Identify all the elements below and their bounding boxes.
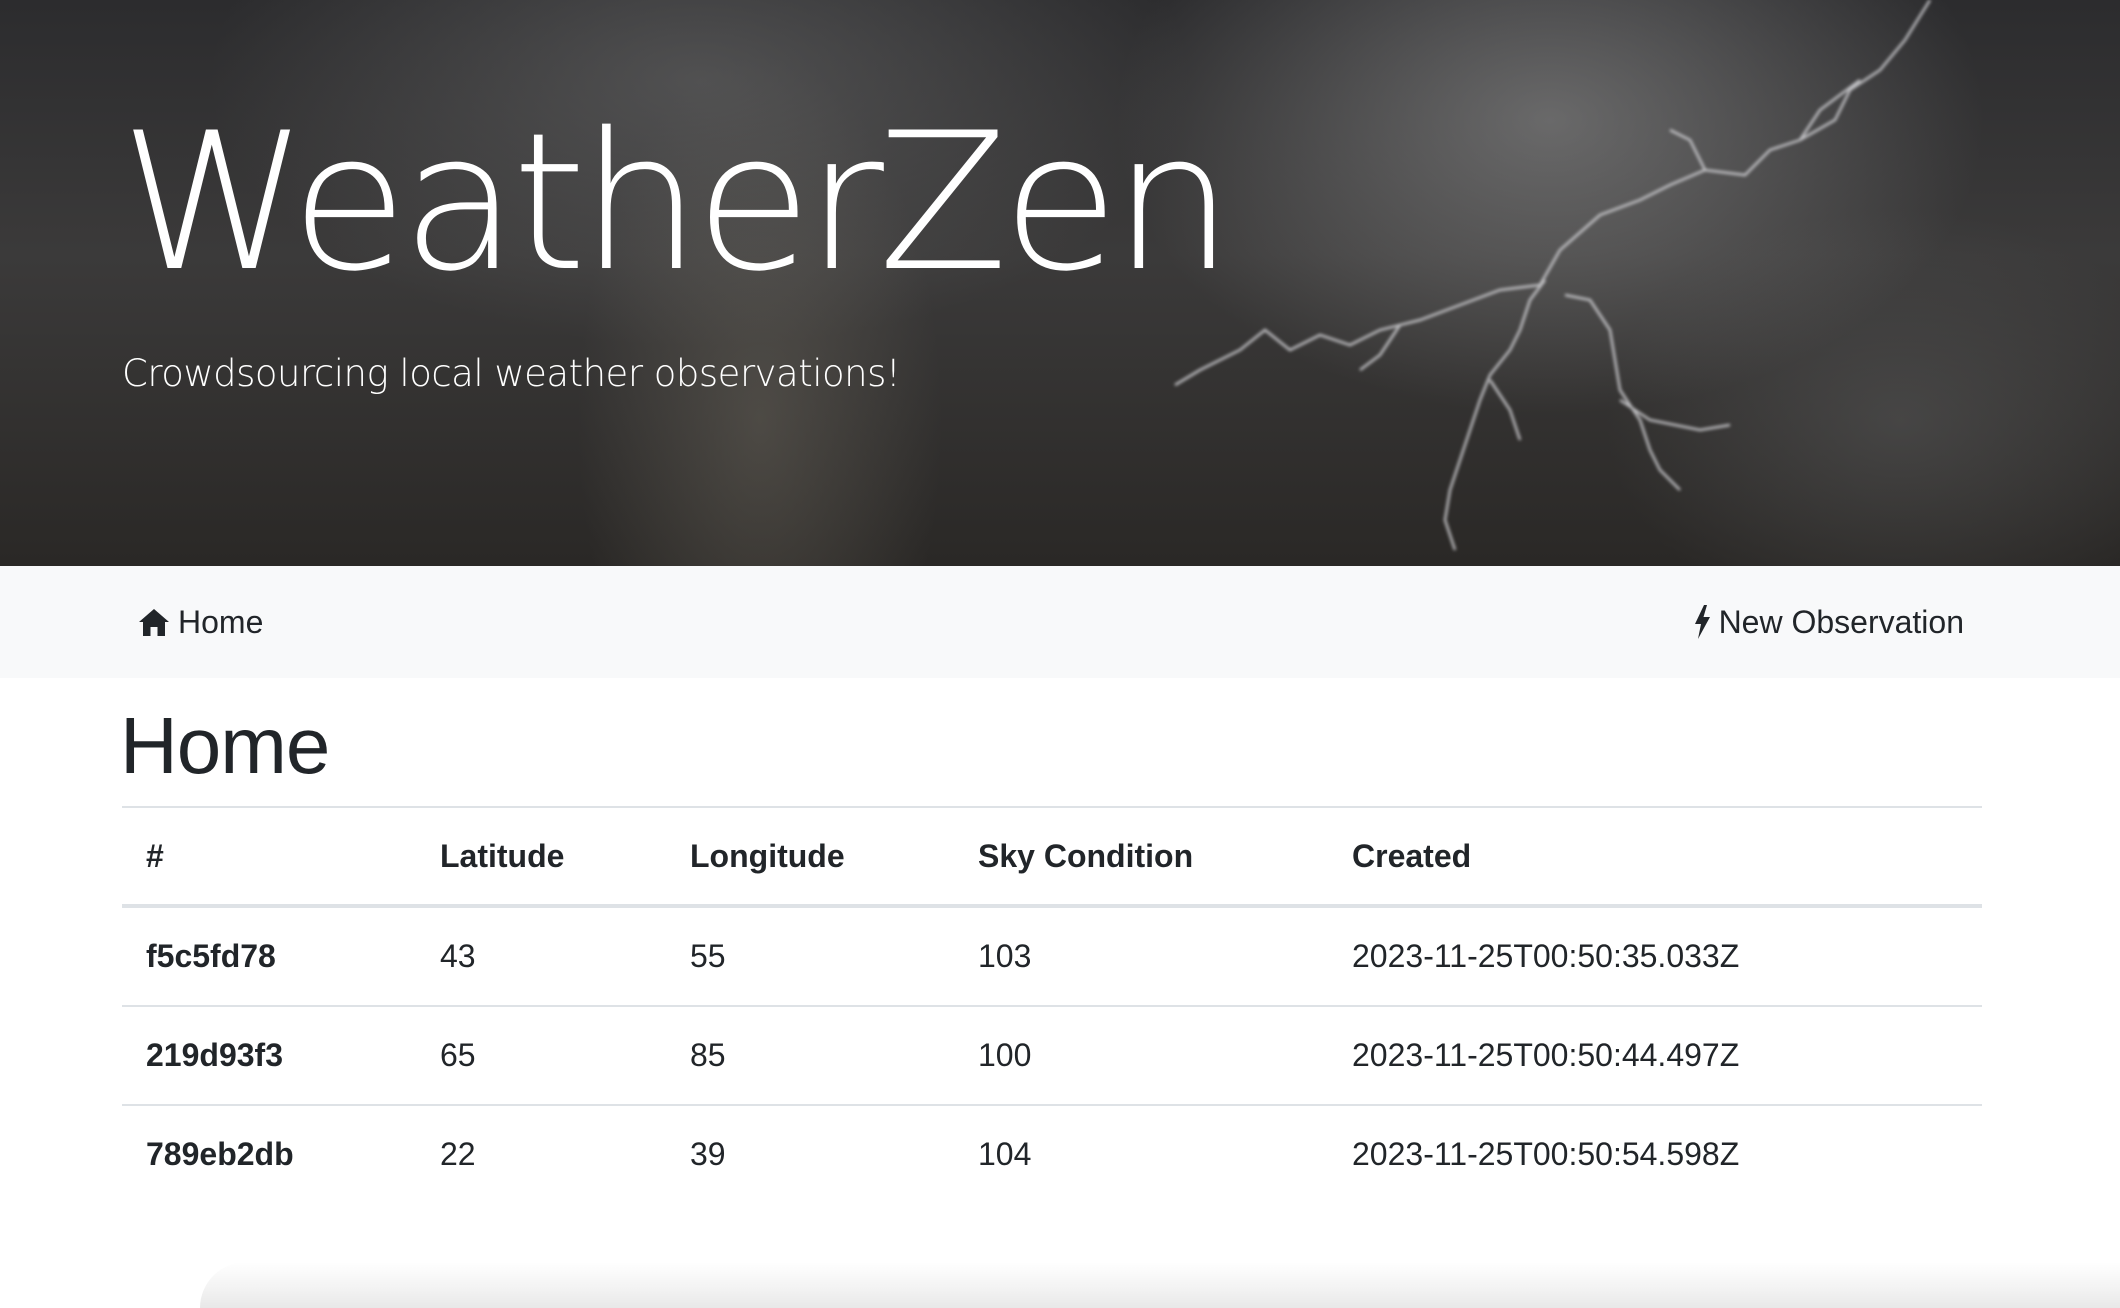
cell-id: 219d93f3 <box>122 1005 416 1105</box>
column-header-created: Created <box>1328 806 1982 908</box>
nav-new-observation-label: New Observation <box>1718 603 1964 640</box>
navbar: Home New Observation <box>0 566 2120 678</box>
cell-id: 789eb2db <box>122 1104 416 1203</box>
cell-latitude: 65 <box>416 1005 666 1105</box>
site-title: WeatherZen <box>120 92 1233 313</box>
cell-created: 2023-11-25T00:50:35.033Z <box>1328 905 1982 1006</box>
window-shadow <box>200 1262 2120 1308</box>
hero-banner: WeatherZen Crowdsourcing local weather o… <box>0 0 2120 566</box>
table-body: f5c5fd78 43 55 103 2023-11-25T00:50:35.0… <box>122 905 1982 1203</box>
cell-longitude: 55 <box>666 905 954 1006</box>
page-title: Home <box>120 701 330 790</box>
cell-latitude: 22 <box>416 1104 666 1203</box>
cell-created: 2023-11-25T00:50:54.598Z <box>1328 1104 1982 1203</box>
cell-longitude: 39 <box>666 1104 954 1203</box>
table-row: 789eb2db 22 39 104 2023-11-25T00:50:54.5… <box>122 1104 1982 1203</box>
nav-home-link[interactable]: Home <box>138 598 263 646</box>
cell-id: f5c5fd78 <box>122 905 416 1006</box>
table-header-row: # Latitude Longitude Sky Condition Creat… <box>122 806 1982 908</box>
table-row: 219d93f3 65 85 100 2023-11-25T00:50:44.4… <box>122 1005 1982 1105</box>
cell-created: 2023-11-25T00:50:44.497Z <box>1328 1005 1982 1105</box>
cell-sky-condition: 103 <box>954 905 1328 1006</box>
site-subtitle: Crowdsourcing local weather observations… <box>122 352 901 395</box>
cell-sky-condition: 104 <box>954 1104 1328 1203</box>
lightning-icon <box>1694 605 1710 639</box>
nav-new-observation-link[interactable]: New Observation <box>1693 598 1964 646</box>
observations-table: # Latitude Longitude Sky Condition Creat… <box>122 806 1982 1203</box>
column-header-sky-condition: Sky Condition <box>954 806 1328 908</box>
lightning-bolt-icon <box>1174 0 1932 551</box>
cell-longitude: 85 <box>666 1005 954 1105</box>
home-icon <box>139 609 169 636</box>
column-header-id: # <box>122 806 416 908</box>
cell-latitude: 43 <box>416 905 666 1006</box>
table-header: # Latitude Longitude Sky Condition Creat… <box>122 806 1982 908</box>
nav-home-label: Home <box>178 603 264 640</box>
column-header-latitude: Latitude <box>416 806 666 908</box>
column-header-longitude: Longitude <box>666 806 954 908</box>
cell-sky-condition: 100 <box>954 1005 1328 1105</box>
table-row: f5c5fd78 43 55 103 2023-11-25T00:50:35.0… <box>122 905 1982 1006</box>
